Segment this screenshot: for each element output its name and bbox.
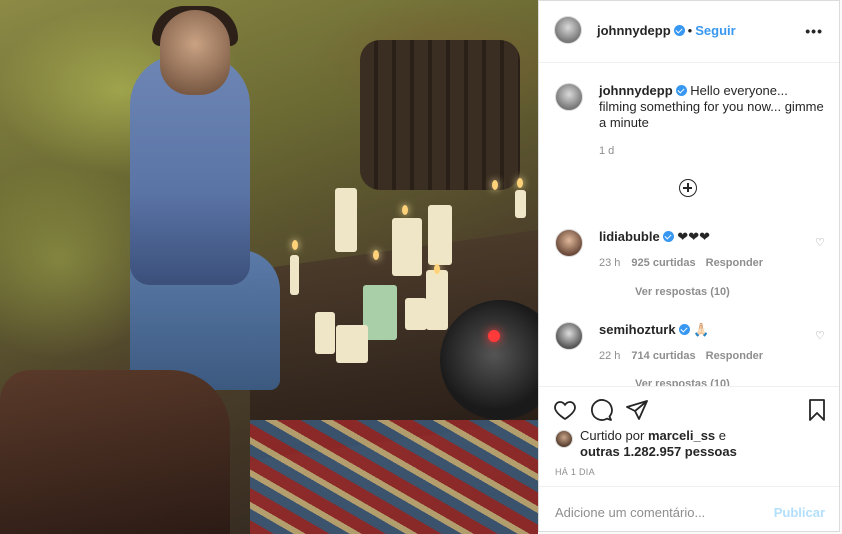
- liker-username[interactable]: marceli_ss: [648, 428, 715, 443]
- caption-time[interactable]: 1 d: [599, 145, 825, 157]
- publish-button[interactable]: Publicar: [774, 505, 825, 520]
- post-date[interactable]: HÁ 1 DIA: [555, 467, 595, 477]
- header-line: johnnydepp • Seguir: [597, 23, 736, 38]
- comment-item: semihozturk 🙏🏻 22 h 714 curtidas Responder…: [555, 322, 827, 362]
- comment-likes[interactable]: 925 curtidas: [631, 257, 695, 269]
- comment-time[interactable]: 23 h: [599, 257, 620, 269]
- verified-badge-icon: [675, 85, 687, 96]
- photo-candle: [335, 188, 357, 252]
- comment-avatar[interactable]: [555, 229, 583, 257]
- post-header: johnnydepp • Seguir •••: [539, 1, 839, 63]
- like-comment-heart-icon[interactable]: ♡: [815, 329, 827, 342]
- photo-flame: [434, 264, 440, 274]
- photo-lamp-glow: [488, 330, 500, 342]
- comments-list[interactable]: johnnydepp Hello everyone... filming som…: [539, 63, 839, 386]
- view-replies-link[interactable]: Ver respostas (10): [635, 286, 730, 298]
- add-comment-bar: Adicione um comentário... Publicar: [539, 486, 839, 534]
- reply-button[interactable]: Responder: [706, 350, 763, 362]
- post-photo[interactable]: [0, 0, 538, 534]
- photo-candle: [363, 285, 397, 340]
- photo-candle: [290, 255, 299, 295]
- likes-count-link[interactable]: outras 1.282.957 pessoas: [580, 444, 737, 459]
- photo-candle: [515, 190, 526, 218]
- caption-username[interactable]: johnnydepp: [599, 83, 673, 98]
- photo-chair: [0, 370, 230, 534]
- comment-avatar[interactable]: [555, 322, 583, 350]
- comment-input[interactable]: Adicione um comentário...: [555, 505, 705, 520]
- view-replies-link[interactable]: Ver respostas (10): [635, 378, 730, 386]
- comment-text: 🙏🏻: [693, 322, 710, 337]
- photo-candle: [336, 325, 368, 363]
- header-separator: •: [687, 23, 693, 38]
- comment-username[interactable]: lidiabuble: [599, 229, 660, 244]
- photo-barrel: [360, 40, 520, 190]
- photo-flame: [517, 178, 523, 188]
- save-bookmark-icon[interactable]: [805, 398, 829, 422]
- comment-text: ❤❤❤: [677, 229, 710, 244]
- author-avatar[interactable]: [554, 16, 582, 44]
- caption-avatar[interactable]: [555, 83, 583, 111]
- comment-meta: 23 h 925 curtidas Responder: [599, 257, 827, 269]
- verified-badge-icon: [673, 25, 685, 36]
- photo-flame: [492, 180, 498, 190]
- comment-item: lidiabuble ❤❤❤ 23 h 925 curtidas Responder…: [555, 229, 827, 269]
- post-sidebar: johnnydepp • Seguir ••• johnnydepp Hello e…: [538, 0, 840, 532]
- like-comment-heart-icon[interactable]: ♡: [815, 236, 827, 249]
- photo-flame: [292, 240, 298, 250]
- comment-meta: 22 h 714 curtidas Responder: [599, 350, 827, 362]
- photo-rug: [250, 420, 538, 534]
- photo-candle: [405, 298, 427, 330]
- liked-by-joiner: e: [718, 428, 727, 443]
- caption: johnnydepp Hello everyone... filming som…: [555, 83, 825, 157]
- verified-badge-icon: [678, 324, 690, 335]
- share-paper-plane-icon[interactable]: [625, 398, 649, 422]
- verified-badge-icon: [662, 231, 674, 242]
- comment-text-block: lidiabuble ❤❤❤: [599, 229, 827, 245]
- comment-text-block: semihozturk 🙏🏻: [599, 322, 827, 338]
- comment-likes[interactable]: 714 curtidas: [631, 350, 695, 362]
- photo-head: [160, 10, 230, 95]
- liked-by-text: Curtido por marceli_ss e outras 1.282.95…: [580, 428, 825, 460]
- photo-candle: [426, 270, 448, 330]
- photo-flame: [373, 250, 379, 260]
- comment-bubble-icon[interactable]: [589, 398, 613, 422]
- follow-button[interactable]: Seguir: [695, 23, 735, 38]
- reply-button[interactable]: Responder: [706, 257, 763, 269]
- author-username[interactable]: johnnydepp: [597, 23, 671, 38]
- comment-username[interactable]: semihozturk: [599, 322, 676, 337]
- photo-candle: [428, 205, 452, 265]
- photo-candle: [392, 218, 422, 276]
- liked-by: Curtido por marceli_ss e outras 1.282.95…: [555, 428, 825, 460]
- like-heart-icon[interactable]: [553, 398, 577, 422]
- more-options-icon[interactable]: •••: [805, 23, 823, 39]
- liker-avatar[interactable]: [555, 430, 573, 448]
- photo-flame: [402, 205, 408, 215]
- post-actions: Curtido por marceli_ss e outras 1.282.95…: [539, 386, 839, 487]
- photo-candle: [315, 312, 335, 354]
- load-more-comments-icon[interactable]: [679, 179, 697, 197]
- comment-time[interactable]: 22 h: [599, 350, 620, 362]
- caption-text-block: johnnydepp Hello everyone... filming som…: [599, 83, 825, 131]
- liked-by-prefix: Curtido por: [580, 428, 645, 443]
